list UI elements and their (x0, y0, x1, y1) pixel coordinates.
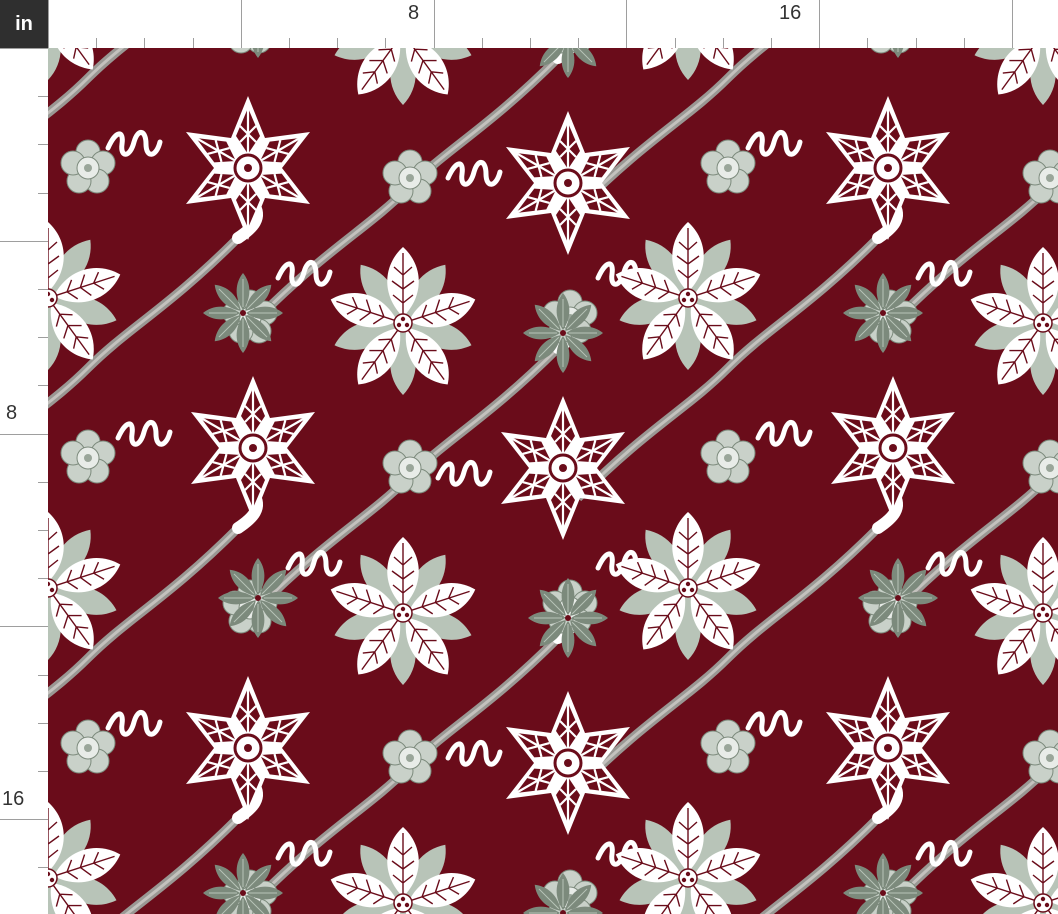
ruler-top-label-16: 16 (779, 2, 802, 24)
ruler-left: 8 16 (0, 48, 49, 914)
ruler-top-tick (385, 38, 386, 48)
ruler-left-tick (38, 96, 48, 97)
ruler-left-tick (38, 289, 48, 290)
ruler-left-tick (0, 48, 48, 49)
fabric-background (48, 48, 1058, 914)
ruler-top-tick (241, 0, 242, 48)
ruler-top-tick (193, 38, 194, 48)
ruler-left-tick (38, 771, 48, 772)
ruler-left-tick (0, 626, 48, 627)
ruler-left-tick (38, 578, 48, 579)
fabric-pattern (48, 48, 1058, 914)
ruler-top-tick (289, 38, 290, 48)
ruler-left-tick (38, 482, 48, 483)
ruler-left-tick (0, 819, 48, 820)
ruler-left-tick (38, 385, 48, 386)
ruler-top-tick (675, 38, 676, 48)
ruler-top-tick (434, 0, 435, 48)
ruler-top-tick (723, 38, 724, 48)
ruler-left-tick (38, 193, 48, 194)
ruler-top-tick (771, 38, 772, 48)
ruler-top: 8 16 (48, 0, 1058, 49)
ruler-left-tick (38, 144, 48, 145)
fabric-preview (48, 48, 1058, 914)
ruler-top-tick (626, 0, 627, 48)
ruler-top-tick (144, 38, 145, 48)
ruler-top-tick (916, 38, 917, 48)
ruler-top-tick (964, 38, 965, 48)
ruler-left-tick (0, 241, 48, 242)
ruler-top-tick (482, 38, 483, 48)
ruler-left-tick (38, 867, 48, 868)
ruler-top-tick (1012, 0, 1013, 48)
ruler-top-label-8: 8 (408, 2, 420, 24)
ruler-left-label-8: 8 (6, 402, 18, 424)
ruler-left-tick (38, 337, 48, 338)
ruler-left-tick (0, 434, 48, 435)
ruler-top-tick (867, 38, 868, 48)
ruler-top-tick (96, 38, 97, 48)
ruler-left-label-16: 16 (2, 788, 25, 810)
ruler-left-tick (38, 675, 48, 676)
ruler-left-tick (38, 723, 48, 724)
unit-badge: in (0, 0, 48, 48)
ruler-top-tick (48, 0, 49, 48)
ruler-top-tick (819, 0, 820, 48)
ruler-top-tick (337, 38, 338, 48)
ruler-top-tick (530, 38, 531, 48)
ruler-top-tick (578, 38, 579, 48)
ruler-left-tick (38, 530, 48, 531)
